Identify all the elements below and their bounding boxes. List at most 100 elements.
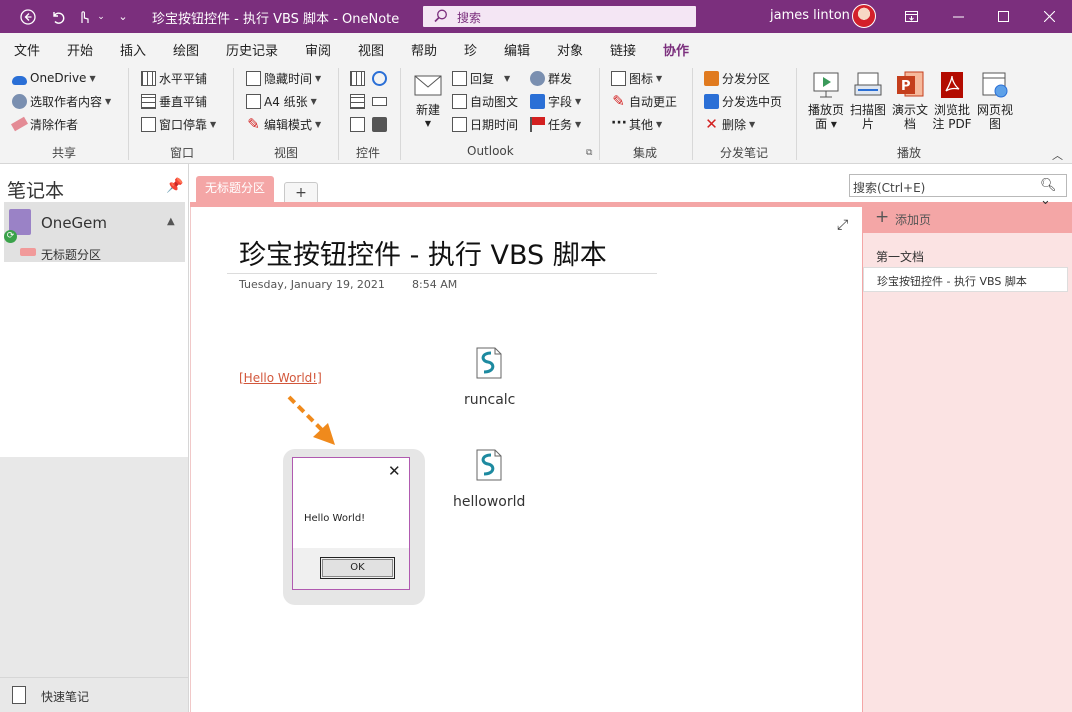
notebook-name: OneGem — [41, 214, 108, 232]
date-time-button[interactable]: 日期时间 — [452, 114, 518, 134]
group-label-play: 播放 — [897, 146, 922, 160]
page-canvas[interactable]: ⤢ 珍宝按钮控件 - 执行 VBS 脚本 Tuesday, January 19… — [190, 207, 862, 712]
chevron-down-icon: ▼ — [315, 119, 322, 129]
a4-paper-button[interactable]: A4 纸张 ▼ — [246, 91, 317, 111]
control-toolbox-button[interactable] — [372, 114, 390, 134]
clear-author-button[interactable]: 清除作者 — [11, 114, 78, 134]
present-document-label: 演示文档 — [892, 103, 929, 131]
minimize-icon[interactable] — [945, 0, 971, 33]
tab-gem[interactable]: 珍 — [464, 40, 477, 59]
file-label-helloworld[interactable]: helloworld — [453, 494, 525, 510]
control-list-button[interactable] — [350, 91, 368, 111]
control-button-icon-1[interactable] — [350, 68, 368, 88]
tab-insert[interactable]: 插入 — [120, 40, 146, 59]
expand-page-icon[interactable]: ⤢ — [837, 217, 848, 233]
add-section-button[interactable]: + — [284, 182, 318, 204]
close-icon[interactable]: ✕ — [388, 462, 401, 480]
notebook-pane: 笔记本 📌 ⟳ OneGem ▲ 无标题分区 快速笔记 — [0, 164, 189, 712]
page-item-current[interactable]: 珍宝按钮控件 - 执行 VBS 脚本 — [863, 267, 1068, 292]
search-notebook-placeholder: 搜索(Ctrl+E) — [853, 181, 926, 195]
vbs-script-icon[interactable] — [475, 449, 503, 481]
undo-icon[interactable] — [44, 0, 72, 33]
hello-world-link[interactable]: [Hello World!] — [239, 371, 322, 385]
new-email-button[interactable]: 新建 ▼ — [410, 70, 446, 131]
present-document-button[interactable]: P 演示文档 — [892, 70, 928, 131]
onedrive-button[interactable]: OneDrive ▼ — [12, 68, 96, 88]
ribbon-display-options-icon[interactable] — [898, 0, 924, 33]
dialog-launcher-icon[interactable]: ⧉ — [586, 148, 592, 158]
tab-help[interactable]: 帮助 — [411, 40, 437, 59]
tab-history[interactable]: 历史记录 — [226, 40, 278, 59]
web-view-button[interactable]: 网页视图 — [977, 70, 1013, 131]
tile-vertical-label: 垂直平铺 — [159, 94, 208, 109]
page-title[interactable]: 珍宝按钮控件 - 执行 VBS 脚本 — [239, 233, 607, 272]
close-icon[interactable] — [1036, 0, 1062, 33]
mass-mail-label: 群发 — [548, 71, 573, 86]
search-icon[interactable]: 🔍︎⌄ — [1040, 178, 1066, 208]
edit-mode-button[interactable]: ✎ 编辑模式 ▼ — [246, 114, 321, 134]
autocorrect-button[interactable]: ✎ 自动更正 — [611, 91, 677, 111]
tab-review[interactable]: 审阅 — [305, 40, 331, 59]
collapse-notebook-icon[interactable]: ▲ — [167, 216, 175, 227]
calendar-icon — [452, 116, 467, 132]
play-page-label: 播放页面 ▾ — [807, 103, 844, 131]
hide-time-button[interactable]: 隐藏时间 ▼ — [246, 68, 321, 88]
search-notebook-input[interactable]: 搜索(Ctrl+E) 🔍︎⌄ — [849, 174, 1067, 208]
scan-image-button[interactable]: 扫描图片 — [850, 70, 886, 131]
chevron-down-icon[interactable]: ⌄ — [94, 0, 108, 33]
field-button[interactable]: 字段 ▼ — [530, 91, 581, 111]
customize-qat-icon[interactable]: ⌄ — [114, 0, 132, 33]
browse-pdf-button[interactable]: 浏览批注 PDF — [930, 70, 974, 131]
maximize-icon[interactable] — [990, 0, 1016, 33]
tile-horizontal-button[interactable]: 水平平铺 — [141, 68, 207, 88]
control-textbox-button[interactable] — [372, 91, 390, 111]
notebook-item-onegem[interactable]: ⟳ OneGem ▲ 无标题分区 — [4, 202, 185, 262]
add-page-label: 添加页 — [895, 213, 932, 227]
user-name[interactable]: james linton — [770, 8, 850, 23]
control-radio-button[interactable] — [372, 68, 390, 88]
vbs-script-icon[interactable] — [475, 347, 503, 379]
auto-text-icon — [452, 93, 467, 109]
section-tab-untitled[interactable]: 无标题分区 — [196, 176, 274, 204]
delete-button[interactable]: ✕ 删除 ▼ — [704, 114, 755, 134]
control-date-button[interactable] — [350, 114, 368, 134]
auto-text-button[interactable]: 自动图文 — [452, 91, 518, 111]
tab-cooperation[interactable]: 协作 — [663, 40, 690, 65]
ribbon-tabs: 文件 开始 插入 绘图 历史记录 审阅 视图 帮助 珍 编辑 对象 链接 协作 — [0, 33, 1072, 65]
arrow-annotation — [287, 395, 335, 445]
reply-button[interactable]: 回复 ▼ — [452, 68, 510, 88]
file-label-runcalc[interactable]: runcalc — [464, 392, 515, 408]
mass-mail-button[interactable]: 群发 — [530, 68, 572, 88]
quick-notes-button[interactable]: 快速笔记 — [0, 677, 188, 712]
touch-mode-icon[interactable] — [72, 0, 96, 33]
tab-edit[interactable]: 编辑 — [504, 40, 530, 59]
tile-vertical-button[interactable]: 垂直平铺 — [141, 91, 207, 111]
section-item-untitled[interactable]: 无标题分区 — [41, 246, 101, 263]
task-button[interactable]: 任务 ▼ — [530, 114, 581, 134]
group-label-outlook: Outlook — [467, 144, 514, 158]
tab-draw[interactable]: 绘图 — [173, 40, 199, 59]
ok-button[interactable]: OK — [320, 557, 395, 579]
select-author-content-button[interactable]: 选取作者内容 ▼ — [12, 91, 111, 111]
play-page-button[interactable]: 播放页面 ▾ — [806, 70, 846, 131]
back-icon[interactable] — [14, 0, 42, 33]
avatar[interactable] — [852, 4, 876, 28]
calendar-icon — [350, 116, 365, 132]
tab-objects[interactable]: 对象 — [557, 40, 583, 59]
control-grid-icon — [350, 70, 365, 86]
tab-view[interactable]: 视图 — [358, 40, 384, 59]
search-placeholder: 搜索 — [457, 11, 482, 25]
other-button[interactable]: ··· 其他 ▼ — [611, 114, 662, 134]
page-item-first-doc[interactable]: 第一文档 — [876, 248, 924, 265]
icon-button[interactable]: 图标 ▼ — [611, 68, 662, 88]
tab-home[interactable]: 开始 — [67, 40, 93, 59]
add-page-button[interactable]: + 添加页 — [863, 207, 1072, 233]
search-box[interactable]: 搜索 — [423, 6, 696, 27]
dock-window-button[interactable]: 窗口停靠 ▼ — [141, 114, 216, 134]
distribute-selected-pages-button[interactable]: 分发选中页 — [704, 91, 782, 111]
tab-file[interactable]: 文件 — [14, 40, 40, 59]
pin-icon[interactable]: 📌 — [166, 178, 183, 194]
tab-links[interactable]: 链接 — [610, 40, 636, 59]
collapse-ribbon-icon[interactable]: ︿ — [1052, 147, 1063, 163]
distribute-section-button[interactable]: 分发分区 — [704, 68, 770, 88]
